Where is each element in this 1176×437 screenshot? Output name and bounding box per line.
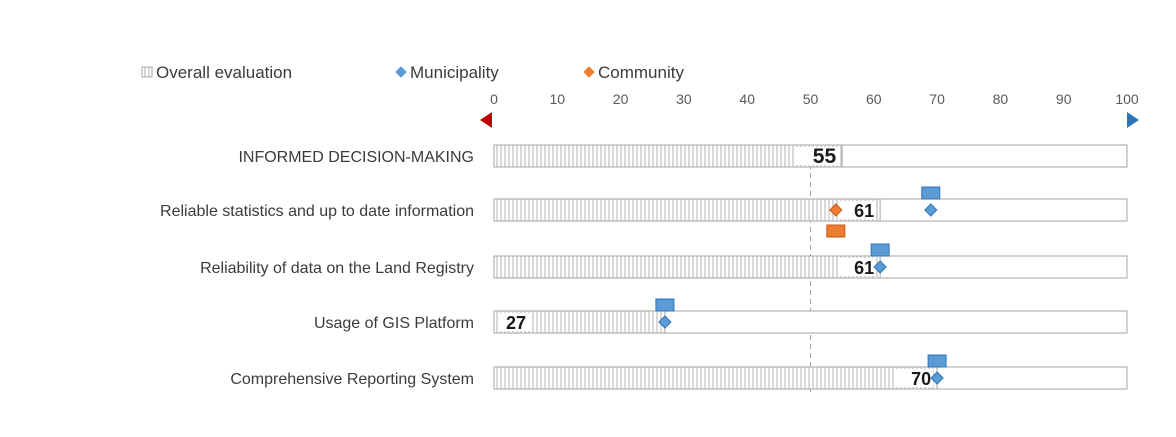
category-label: Reliability of data on the Land Registry <box>200 260 474 277</box>
category-label: Comprehensive Reporting System <box>230 371 474 388</box>
category-label: INFORMED DECISION-MAKING <box>238 149 474 166</box>
bar-overall-evaluation <box>493 144 843 168</box>
x-tick-label: 60 <box>866 91 882 107</box>
legend-diamond-municipality <box>395 66 407 78</box>
x-tick-label: 100 <box>1115 91 1139 107</box>
bar-overall-evaluation <box>493 366 938 390</box>
data-label-overall: 61 <box>854 201 874 221</box>
x-tick-label: 90 <box>1056 91 1072 107</box>
axis-arrow-head-left <box>480 112 492 128</box>
x-tick-label: 70 <box>929 91 945 107</box>
data-label-overall: 70 <box>911 369 931 389</box>
category-label: Usage of GIS Platform <box>314 315 474 332</box>
axis-arrow-head-right <box>1127 112 1139 128</box>
marker-municipality-box <box>921 186 941 200</box>
bar-overall-evaluation <box>493 255 881 279</box>
data-label-overall: 61 <box>854 258 874 278</box>
x-tick-label: 30 <box>676 91 692 107</box>
chart: Overall evaluation Municipality Community 0… <box>0 0 1176 432</box>
marker-municipality-box <box>870 243 890 257</box>
legend-label: Municipality <box>410 63 499 82</box>
legend-label: Community <box>598 63 684 82</box>
marker-municipality-box <box>655 298 675 312</box>
chart-svg: Overall evaluation Municipality Community 0… <box>141 63 1139 392</box>
x-tick-label: 10 <box>550 91 566 107</box>
legend-label: Overall evaluation <box>156 63 292 82</box>
data-label-overall: 27 <box>506 313 526 333</box>
x-tick-label: 80 <box>993 91 1009 107</box>
x-tick-label: 20 <box>613 91 629 107</box>
legend-diamond-community <box>583 66 595 78</box>
legend-swatch-overall-evaluation <box>141 66 153 78</box>
bar-overall-evaluation <box>493 198 881 222</box>
x-tick-label: 0 <box>490 91 498 107</box>
data-label-overall: 55 <box>813 145 837 168</box>
marker-municipality-box <box>927 354 947 368</box>
x-tick-label: 50 <box>803 91 819 107</box>
marker-community-box <box>826 224 846 238</box>
category-label: Reliable statistics and up to date infor… <box>160 203 474 220</box>
x-tick-label: 40 <box>739 91 755 107</box>
